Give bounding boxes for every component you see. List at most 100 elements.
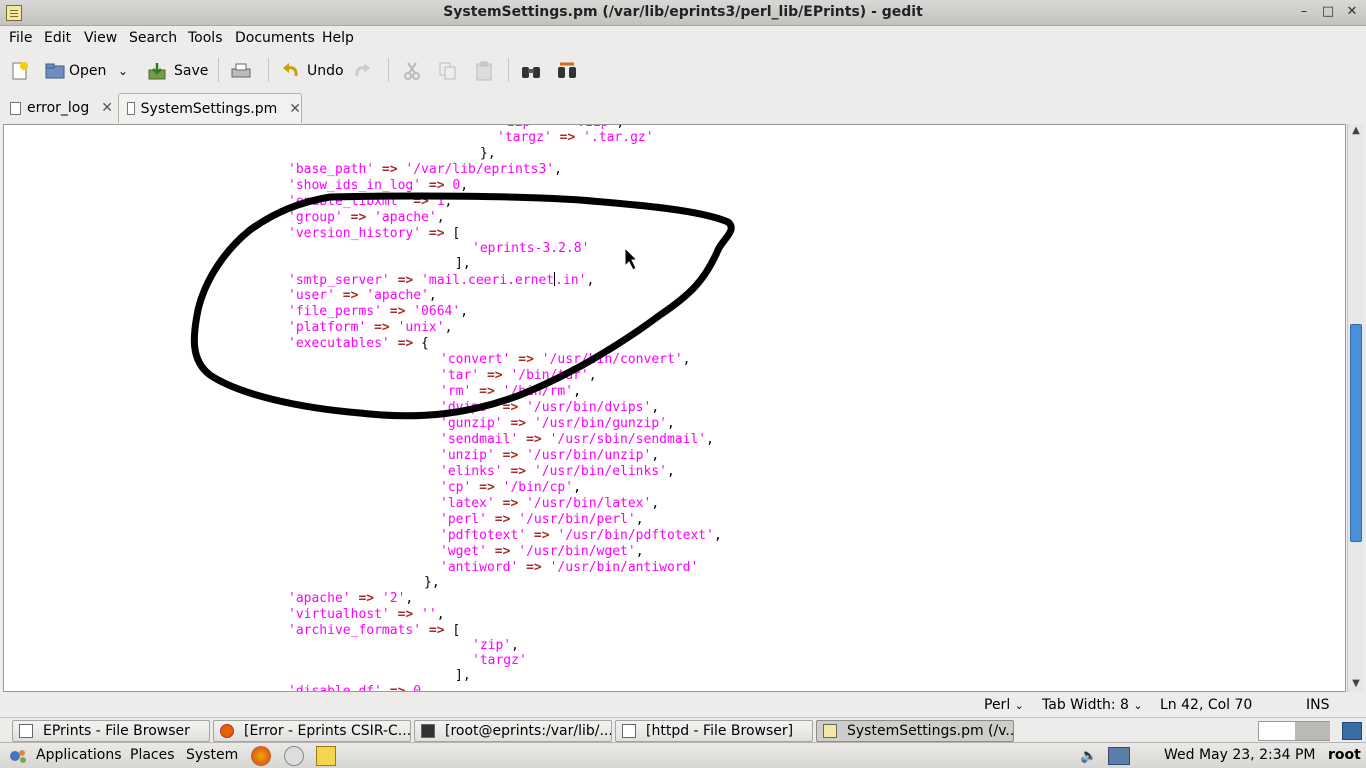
network-icon[interactable] <box>1108 747 1130 765</box>
code-line[interactable]: 'apache' => '2', <box>288 591 413 607</box>
minimize-button[interactable]: – <box>1294 3 1314 21</box>
operator-token: => <box>374 320 390 335</box>
language-selector[interactable]: Perl ⌄ <box>984 697 1024 713</box>
punctuation-token: , <box>651 448 660 463</box>
save-button[interactable]: Save <box>147 58 208 84</box>
redo-button[interactable] <box>352 58 372 84</box>
code-line[interactable]: ], <box>455 668 471 684</box>
find-replace-button[interactable] <box>556 58 576 84</box>
task-terminal[interactable]: [root@eprints:/var/lib/... <box>414 720 612 742</box>
new-document-button[interactable] <box>10 58 30 84</box>
maximize-button[interactable]: □ <box>1318 3 1338 21</box>
cut-button[interactable] <box>402 58 422 84</box>
places-menu[interactable]: Places <box>130 747 175 763</box>
task-httpd-file-browser[interactable]: [httpd - File Browser] <box>615 720 813 742</box>
open-button[interactable]: Open <box>45 58 106 84</box>
code-line[interactable]: 'unzip' => '/usr/bin/unzip', <box>440 448 659 464</box>
code-line[interactable]: 'latex' => '/usr/bin/latex', <box>440 496 659 512</box>
code-line[interactable]: 'archive_formats' => [ <box>288 623 460 639</box>
code-view[interactable]: 'zip' => '.zip','targz' => '.tar.gz'},'b… <box>4 125 1345 691</box>
code-line[interactable]: 'user' => 'apache', <box>288 288 437 304</box>
code-line[interactable]: 'group' => 'apache', <box>288 210 445 226</box>
notes-launcher-icon[interactable] <box>316 746 336 766</box>
string-token: 'zip' <box>472 638 512 653</box>
volume-icon[interactable]: 🔈 <box>1080 748 1097 764</box>
code-line[interactable]: 'antiword' => '/usr/bin/antiword' <box>440 560 698 576</box>
code-line[interactable]: 'sendmail' => '/usr/sbin/sendmail', <box>440 432 714 448</box>
menu-file[interactable]: File <box>9 30 32 46</box>
code-line[interactable]: 'elinks' => '/usr/bin/elinks', <box>440 464 675 480</box>
user-menu[interactable]: root <box>1328 747 1361 763</box>
paste-button[interactable] <box>474 58 494 84</box>
show-desktop-icon[interactable] <box>1342 722 1362 740</box>
code-line[interactable]: 'disable_df' => 0, <box>288 684 429 692</box>
code-line[interactable]: 'platform' => 'unix', <box>288 320 452 336</box>
firefox-launcher-icon[interactable] <box>251 746 271 766</box>
system-menu[interactable]: System <box>186 747 238 763</box>
task-eprints-file-browser[interactable]: EPrints - File Browser <box>12 720 210 742</box>
workspace-switcher[interactable] <box>1258 721 1330 741</box>
copy-button[interactable] <box>438 58 458 84</box>
task-firefox-error[interactable]: [Error - Eprints CSIR-C... <box>213 720 411 742</box>
code-line[interactable]: 'smtp_server' => 'mail.ceeri.ernet.in', <box>288 272 594 288</box>
menu-help[interactable]: Help <box>322 30 354 46</box>
code-line[interactable]: 'wget' => '/usr/bin/wget', <box>440 544 644 560</box>
task-gedit[interactable]: SystemSettings.pm (/v... <box>816 720 1014 742</box>
code-line[interactable]: 'show_ids_in_log' => 0, <box>288 178 468 194</box>
code-line[interactable]: 'virtualhost' => '', <box>288 607 445 623</box>
menu-tools[interactable]: Tools <box>188 30 223 46</box>
code-line[interactable]: 'file_perms' => '0664', <box>288 304 468 320</box>
operator-token: => <box>389 684 406 692</box>
window-titlebar[interactable]: SystemSettings.pm (/var/lib/eprints3/per… <box>0 0 1366 26</box>
tab-width-selector[interactable]: Tab Width: 8 ⌄ <box>1042 697 1143 713</box>
code-line[interactable]: 'targz' <box>472 653 527 669</box>
workspace-2[interactable] <box>1295 722 1330 740</box>
tab-error-log[interactable]: error_log ✕ <box>2 93 115 123</box>
code-line[interactable]: 'rm' => '/bin/rm', <box>440 384 581 400</box>
number-token: 1 <box>436 194 445 209</box>
printer-icon <box>230 61 251 81</box>
code-line[interactable]: 'convert' => '/usr/bin/convert', <box>440 352 690 368</box>
open-recent-dropdown[interactable]: ⌄ <box>118 58 128 84</box>
code-line[interactable]: 'perl' => '/usr/bin/perl', <box>440 512 644 528</box>
punctuation-token <box>366 320 374 335</box>
find-button[interactable] <box>520 58 540 84</box>
code-line[interactable]: 'gunzip' => '/usr/bin/gunzip', <box>440 416 675 432</box>
code-line[interactable]: 'pdftotext' => '/usr/bin/pdftotext', <box>440 528 722 544</box>
code-line[interactable]: 'enable_libxml' => 1, <box>288 194 452 210</box>
menu-edit[interactable]: Edit <box>44 30 71 46</box>
workspace-1[interactable] <box>1259 722 1295 740</box>
tab-systemsettings[interactable]: SystemSettings.pm ✕ <box>118 93 302 123</box>
code-line[interactable]: 'dvips' => '/usr/bin/dvips', <box>440 400 659 416</box>
code-line[interactable]: }, <box>480 146 496 162</box>
menu-documents[interactable]: Documents <box>235 30 315 46</box>
code-line[interactable]: }, <box>424 575 440 591</box>
code-line[interactable]: 'executables' => { <box>288 336 429 352</box>
undo-button[interactable]: Undo <box>281 58 344 84</box>
redo-arrow-icon <box>352 61 372 81</box>
code-line[interactable]: 'base_path' => '/var/lib/eprints3', <box>288 162 562 178</box>
text-editor[interactable]: 'zip' => '.zip','targz' => '.tar.gz'},'b… <box>3 124 1346 692</box>
code-line[interactable]: 'version_history' => [ <box>288 226 460 242</box>
menu-view[interactable]: View <box>84 30 117 46</box>
close-window-button[interactable]: ✕ <box>1342 3 1362 21</box>
mail-launcher-icon[interactable] <box>284 746 304 766</box>
punctuation-token <box>390 336 398 351</box>
code-line[interactable]: 'tar' => '/bin/tar', <box>440 368 597 384</box>
scroll-thumb[interactable] <box>1350 324 1362 542</box>
code-line[interactable]: 'cp' => '/bin/cp', <box>440 480 581 496</box>
window-list-taskbar: EPrints - File Browser [Error - Eprints … <box>0 717 1366 742</box>
print-button[interactable] <box>230 58 251 84</box>
code-line[interactable]: ], <box>455 256 471 272</box>
code-line[interactable]: 'eprints-3.2.8' <box>472 241 589 257</box>
scroll-down-arrow-icon[interactable]: ▼ <box>1348 677 1364 691</box>
applications-menu[interactable]: Applications <box>36 747 122 763</box>
vertical-scrollbar[interactable]: ▲ ▼ <box>1347 124 1364 692</box>
code-line[interactable]: 'zip', <box>472 638 519 654</box>
scroll-up-arrow-icon[interactable]: ▲ <box>1348 124 1364 138</box>
code-line[interactable]: 'targz' => '.tar.gz' <box>497 130 654 146</box>
close-tab-icon[interactable]: ✕ <box>289 101 301 117</box>
close-tab-icon[interactable]: ✕ <box>101 100 113 116</box>
clock[interactable]: Wed May 23, 2:34 PM <box>1164 747 1316 763</box>
menu-search[interactable]: Search <box>129 30 177 46</box>
